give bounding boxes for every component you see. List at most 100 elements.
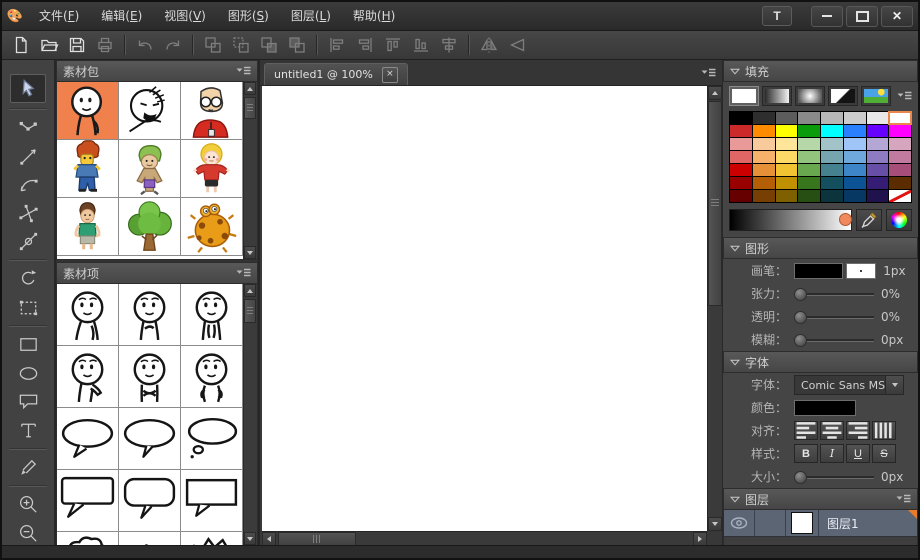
panel-menu-icon[interactable] — [897, 91, 912, 101]
eyedropper-button[interactable] — [856, 209, 882, 231]
tab-close-button[interactable]: × — [382, 67, 398, 83]
scroll-up-icon[interactable] — [244, 284, 256, 297]
color-swatch[interactable] — [798, 177, 820, 189]
color-swatch[interactable] — [730, 164, 752, 176]
scroll-down-icon[interactable] — [244, 532, 256, 545]
collapse-icon[interactable] — [730, 241, 740, 255]
text-tool-button[interactable] — [11, 417, 45, 442]
color-swatch[interactable] — [776, 151, 798, 163]
color-swatch[interactable] — [753, 112, 775, 124]
menu-f[interactable]: 文件(F) — [28, 2, 90, 30]
tab-bar-menu-icon[interactable] — [701, 68, 716, 78]
color-swatch[interactable] — [753, 190, 775, 202]
color-swatch[interactable] — [867, 112, 889, 124]
layer-row[interactable]: 图层1 — [724, 510, 917, 537]
material-pack-item[interactable] — [119, 198, 181, 256]
zoom-in-tool-button[interactable] — [11, 492, 45, 517]
color-swatch[interactable] — [821, 190, 843, 202]
maximize-button[interactable] — [846, 6, 878, 27]
collapse-icon[interactable] — [730, 492, 740, 506]
align-center-button[interactable] — [436, 33, 462, 57]
select-tool-button[interactable] — [10, 74, 46, 103]
brush-size-preview[interactable] — [846, 263, 876, 279]
color-swatch[interactable] — [798, 151, 820, 163]
color-swatch[interactable] — [867, 177, 889, 189]
material-pack-item[interactable] — [119, 82, 181, 140]
material-item[interactable] — [57, 346, 119, 408]
material-item[interactable] — [119, 408, 181, 470]
brush-tool-button[interactable] — [11, 455, 45, 480]
material-item[interactable] — [181, 470, 243, 532]
panel-menu-icon[interactable] — [236, 268, 251, 278]
curve-tool-button[interactable] — [11, 172, 45, 197]
scroll-down-icon[interactable] — [708, 517, 722, 531]
save-button[interactable] — [64, 33, 90, 57]
color-swatch[interactable] — [776, 177, 798, 189]
material-item[interactable] — [119, 284, 181, 346]
redo-button[interactable] — [160, 33, 186, 57]
material-pack-item[interactable] — [57, 198, 119, 256]
collapse-icon[interactable] — [730, 355, 740, 369]
material-pack-item[interactable] — [181, 198, 243, 256]
color-swatch[interactable] — [730, 138, 752, 150]
material-item[interactable] — [57, 470, 119, 532]
gradient-bar[interactable] — [729, 209, 852, 231]
collapse-icon[interactable] — [730, 64, 740, 78]
panel-menu-icon[interactable] — [236, 66, 251, 76]
material-pack-item[interactable] — [57, 140, 119, 198]
material-pack-item[interactable] — [181, 82, 243, 140]
color-swatch[interactable] — [776, 190, 798, 202]
rectangle-tool-button[interactable] — [11, 332, 45, 357]
line-tool-button[interactable] — [11, 144, 45, 169]
drawing-canvas[interactable] — [262, 86, 707, 531]
color-swatch[interactable] — [798, 125, 820, 137]
material-item[interactable] — [57, 284, 119, 346]
font-size-slider[interactable] — [794, 470, 874, 484]
color-swatch[interactable] — [889, 164, 911, 176]
shape-header[interactable]: 图形 — [723, 237, 918, 259]
canvas-horizontal-scrollbar[interactable] — [262, 531, 707, 546]
material-item[interactable] — [57, 408, 119, 470]
color-swatch[interactable] — [798, 164, 820, 176]
two-color-gradient-fill-button[interactable] — [828, 86, 858, 106]
color-swatch[interactable] — [844, 112, 866, 124]
align-text-vertical-button[interactable] — [872, 421, 896, 440]
layers-header[interactable]: 图层 — [723, 488, 918, 510]
style-i-button[interactable]: I — [820, 444, 844, 463]
scroll-up-icon[interactable] — [244, 82, 256, 95]
scroll-down-icon[interactable] — [244, 246, 256, 259]
texture-fill-button[interactable] — [861, 86, 891, 106]
color-swatch[interactable] — [844, 177, 866, 189]
color-swatch[interactable] — [798, 112, 820, 124]
material-pack-item[interactable] — [119, 140, 181, 198]
layer-visibility-toggle[interactable] — [724, 510, 755, 536]
color-swatch[interactable] — [889, 151, 911, 163]
align-right-button[interactable] — [352, 33, 378, 57]
color-swatch[interactable] — [821, 125, 843, 137]
menu-e[interactable]: 编辑(E) — [90, 2, 153, 30]
color-swatch[interactable] — [889, 112, 911, 124]
font-family-dropdown[interactable]: Comic Sans MS — [794, 375, 904, 395]
print-button[interactable] — [92, 33, 118, 57]
color-swatch[interactable] — [867, 125, 889, 137]
color-swatch[interactable] — [889, 177, 911, 189]
color-swatch[interactable] — [867, 190, 889, 202]
color-swatch[interactable] — [753, 125, 775, 137]
color-swatch[interactable] — [821, 138, 843, 150]
color-swatch[interactable] — [844, 151, 866, 163]
scroll-right-icon[interactable] — [693, 532, 707, 546]
style-s-button[interactable]: S — [872, 444, 896, 463]
font-header[interactable]: 字体 — [723, 351, 918, 373]
style-b-button[interactable]: B — [794, 444, 818, 463]
fill-header[interactable]: 填充 — [723, 60, 918, 82]
color-swatch[interactable] — [821, 164, 843, 176]
linear-gradient-fill-button[interactable] — [762, 86, 792, 106]
document-tab[interactable]: untitled1 @ 100% × — [264, 63, 408, 85]
color-swatch[interactable] — [867, 164, 889, 176]
shape-slider[interactable] — [794, 287, 874, 301]
color-swatch[interactable] — [867, 138, 889, 150]
color-swatch[interactable] — [730, 151, 752, 163]
color-wheel-button[interactable] — [886, 209, 912, 231]
ellipse-tool-button[interactable] — [11, 361, 45, 386]
align-text-left-button[interactable] — [794, 421, 818, 440]
